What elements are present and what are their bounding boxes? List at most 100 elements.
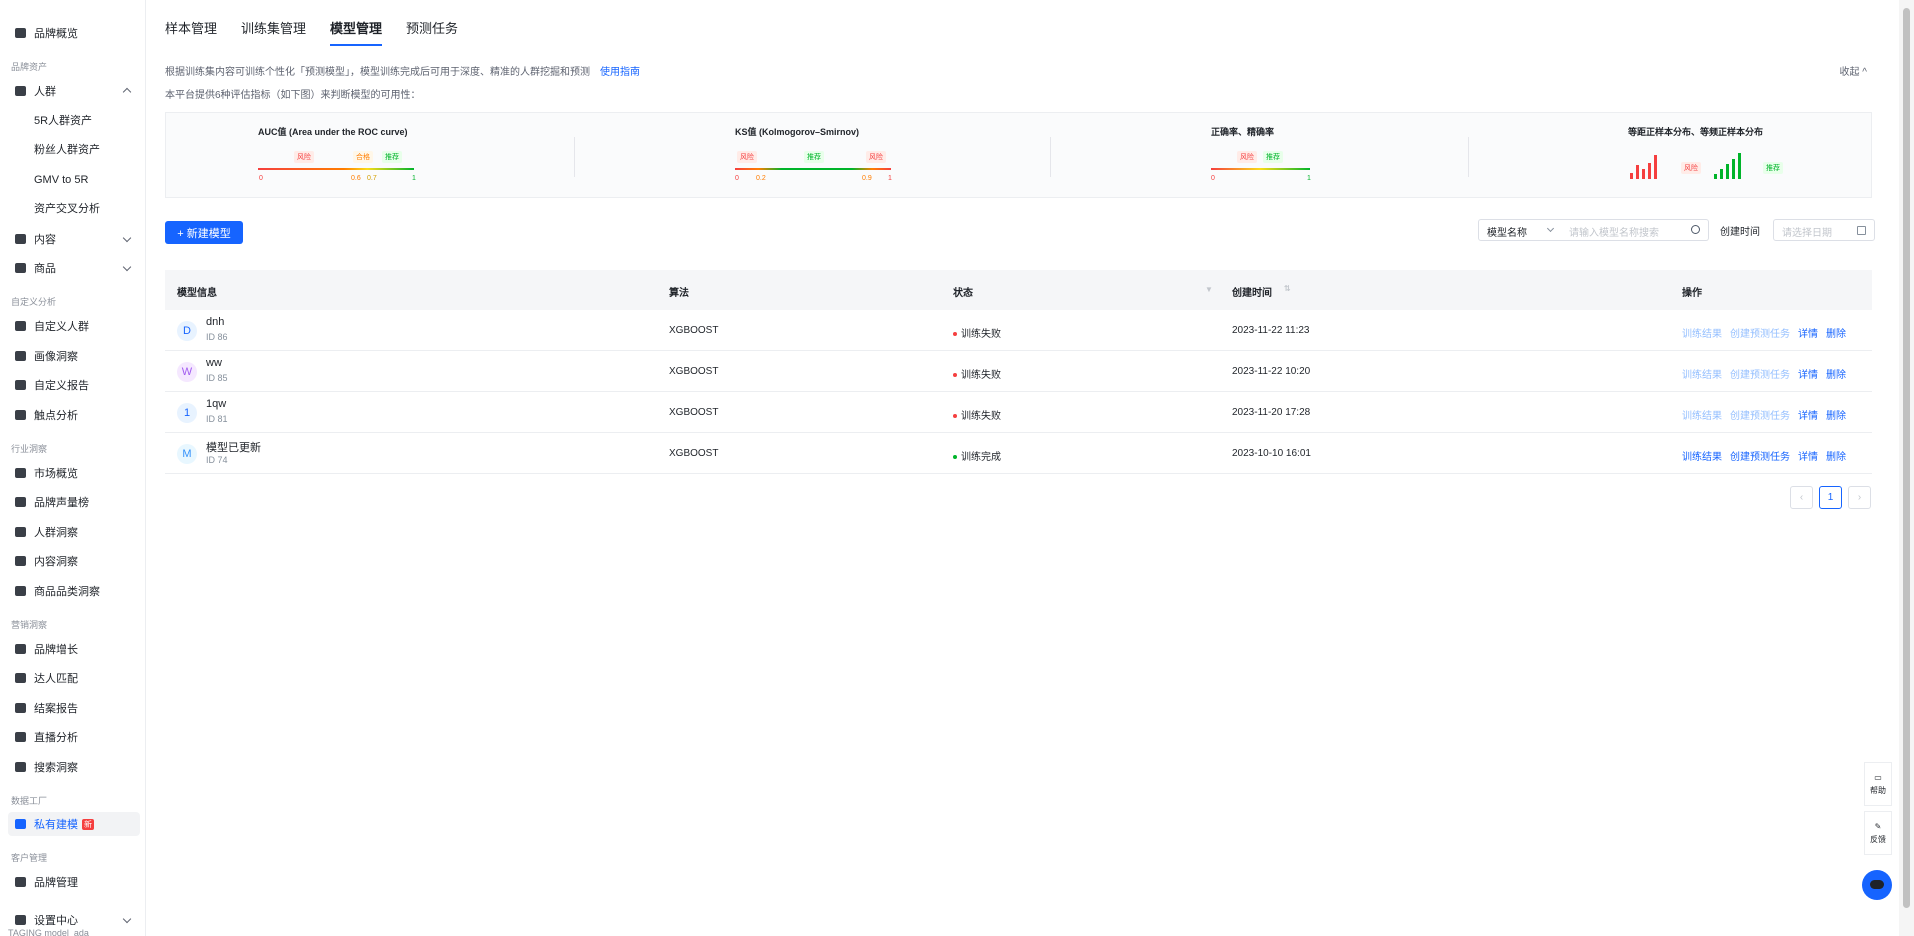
sidebar-group-label: 品牌资产 [11,62,48,72]
sidebar-group-label: 客户管理 [11,853,48,863]
sidebar-item-goods[interactable]: 商品 [8,256,140,280]
metric-accuracy: 正确率、精确率 [1211,125,1274,138]
model-name: ww [206,357,222,369]
sidebar-item-growth[interactable]: 品牌增长 [8,637,140,661]
tag-rec: 推荐 [382,151,402,163]
tab-training-set[interactable]: 训练集管理 [241,0,306,46]
training-result-link[interactable]: 训练结果 [1682,448,1722,463]
create-prediction-link[interactable]: 创建预测任务 [1730,407,1790,422]
delete-link[interactable]: 删除 [1826,325,1846,340]
tag-rec: 推荐 [804,151,824,163]
help-button[interactable]: ▭ 帮助 [1864,762,1892,806]
algorithm: XGBOOST [669,325,719,336]
goods-icon [15,263,26,273]
tab-model-management[interactable]: 模型管理 [330,0,383,46]
sidebar-item-kol[interactable]: 达人匹配 [8,666,140,690]
create-prediction-link[interactable]: 创建预测任务 [1730,366,1790,381]
calendar-icon [1857,226,1866,235]
create-prediction-link[interactable]: 创建预测任务 [1730,325,1790,340]
training-result-link[interactable]: 训练结果 [1682,407,1722,422]
sidebar-item-brand-mgmt[interactable]: 品牌管理 [8,870,140,894]
scrollbar-thumb[interactable] [1903,8,1910,908]
next-page-button[interactable]: › [1848,486,1871,509]
content-icon [15,234,26,244]
sidebar-item-content[interactable]: 内容 [8,227,140,251]
sidebar-subitem-fans[interactable]: 粉丝人群资产 [34,140,100,160]
sidebar-item-brand-overview[interactable]: 品牌概览 [8,21,140,45]
search-icon[interactable] [1691,225,1700,234]
risk-distribution-icon [1630,153,1670,179]
brand-icon [15,877,26,887]
status-dot [953,332,957,337]
model-search-input[interactable]: 请输入模型名称搜索 [1561,219,1709,241]
sidebar-item-custom-report[interactable]: 自定义报告 [8,373,140,397]
tick: 0.9 [862,175,872,182]
guide-link[interactable]: 使用指南 [600,67,640,78]
delete-link[interactable]: 删除 [1826,366,1846,381]
table-row: D dnh ID 86 XGBOOST 训练失败 2023-11-22 11:2… [165,310,1872,351]
created-time-label: 创建时间 [1720,227,1760,238]
sidebar-group-label: 数据工厂 [11,796,48,806]
pen-icon: ✎ [1874,821,1882,831]
collapse-button[interactable]: 收起 ^ [1840,63,1867,78]
detail-link[interactable]: 详情 [1798,366,1818,381]
tag-rec: 推荐 [1263,151,1283,163]
tick: 0 [259,175,263,182]
sidebar-item-custom-people[interactable]: 自定义人群 [8,314,140,338]
date-picker[interactable]: 请选择日期 [1773,219,1875,241]
tick: 1 [1307,175,1311,182]
col-created-time: 创建时间 [1232,288,1272,299]
delete-link[interactable]: 删除 [1826,407,1846,422]
assistant-bot-icon[interactable] [1862,870,1892,900]
sort-icon[interactable]: ⇅ [1284,284,1291,293]
sidebar-subitem-gmv[interactable]: GMV to 5R [34,170,88,190]
prev-page-button[interactable]: ‹ [1790,486,1813,509]
sidebar-item-market[interactable]: 市场概览 [8,461,140,485]
tag-rec: 推荐 [1763,162,1783,174]
model-id: ID 74 [206,455,228,465]
sidebar-item-voice[interactable]: 品牌声量榜 [8,490,140,514]
metric-ks: KS值 (Kolmogorov–Smirnov) [735,125,859,138]
sidebar-subitem-5r[interactable]: 5R人群资产 [34,111,92,131]
model-table: 模型信息 算法 状态 ▼ 创建时间 ⇅ 操作 D dnh ID 86 XGBOO… [165,270,1872,474]
main-content: 样本管理 训练集管理 模型管理 预测任务 根据训练集内容可训练个性化「预测模型」… [147,0,1897,936]
sidebar-item-portrait[interactable]: 画像洞察 [8,344,140,368]
row-actions: 训练结果 创建预测任务 详情 删除 [1682,366,1846,381]
sidebar-subitem-cross[interactable]: 资产交叉分析 [34,199,100,219]
detail-link[interactable]: 详情 [1798,448,1818,463]
sidebar-item-final-report[interactable]: 结案报告 [8,696,140,720]
feedback-button[interactable]: ✎ 反馈 [1864,811,1892,855]
created-time: 2023-10-10 16:01 [1232,448,1311,459]
scrollbar[interactable] [1899,0,1914,936]
metric-distribution-title: 等距正样本分布、等频正样本分布 [1628,127,1764,137]
sidebar-item-private-model[interactable]: 私有建模新 [8,812,140,836]
chevron-right-icon: › [1857,492,1862,503]
detail-link[interactable]: 详情 [1798,407,1818,422]
sidebar-item-people[interactable]: 人群 [8,79,140,103]
tick: 1 [888,175,892,182]
sidebar-item-live[interactable]: 直播分析 [8,725,140,749]
tab-sample[interactable]: 样本管理 [165,0,217,46]
training-result-link[interactable]: 训练结果 [1682,366,1722,381]
avatar: W [177,362,197,382]
new-model-button[interactable]: + 新建模型 [165,221,243,244]
sidebar-item-people-insight[interactable]: 人群洞察 [8,520,140,544]
search-type-select[interactable]: 模型名称 [1478,219,1562,241]
create-prediction-link[interactable]: 创建预测任务 [1730,448,1790,463]
sidebar-item-touchpoint[interactable]: 触点分析 [8,403,140,427]
row-actions: 训练结果 创建预测任务 详情 删除 [1682,325,1846,340]
delete-link[interactable]: 删除 [1826,448,1846,463]
training-result-link[interactable]: 训练结果 [1682,325,1722,340]
col-actions: 操作 [1682,288,1702,299]
sidebar-item-category[interactable]: 商品品类洞察 [8,579,140,603]
model-icon [15,819,26,829]
chat-icon: ▭ [1874,772,1882,782]
page-button[interactable]: 1 [1819,486,1842,509]
detail-link[interactable]: 详情 [1798,325,1818,340]
tab-prediction[interactable]: 预测任务 [406,0,458,46]
chevron-up-icon: ^ [1862,67,1867,78]
divider [574,137,575,177]
sidebar-item-search-insight[interactable]: 搜索洞察 [8,755,140,779]
sidebar-item-content-insight[interactable]: 内容洞察 [8,549,140,573]
filter-icon[interactable]: ▼ [1205,285,1213,294]
